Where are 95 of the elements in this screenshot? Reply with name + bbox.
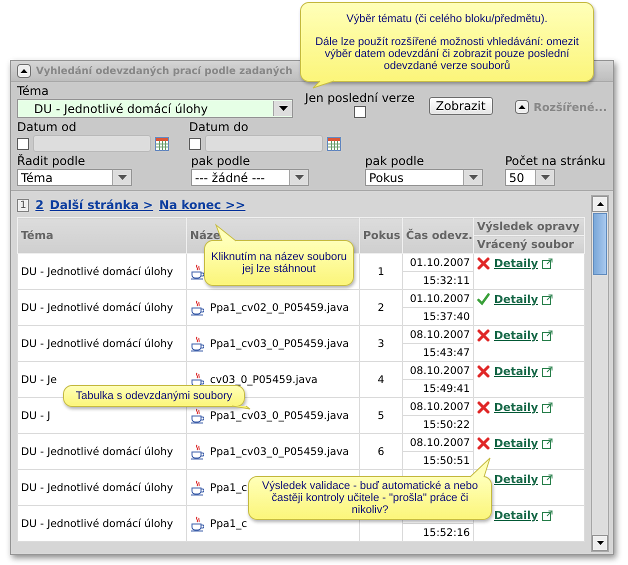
next-page-link[interactable]: Další stránka > <box>50 198 154 212</box>
scroll-up-icon[interactable] <box>596 202 604 206</box>
dropdown-arrow-icon <box>278 106 288 111</box>
sort-label: pak podle <box>191 154 252 168</box>
date-cell: 08.10.2007 <box>410 436 470 448</box>
dropdown-arrow-icon <box>118 175 126 180</box>
sort-dropdown[interactable]: Téma <box>17 169 132 186</box>
external-link-icon <box>542 402 553 413</box>
calendar-icon[interactable] <box>327 136 341 150</box>
callout-text: Kliknutím na název souboru jej lze stáhnout <box>211 251 347 275</box>
java-cup-icon <box>190 516 204 532</box>
attempt-cell: 6 <box>378 446 384 458</box>
external-link-icon <box>542 474 553 485</box>
time-cell: 15:37:40 <box>422 310 470 322</box>
column-header: Vrácený soubor <box>474 236 584 254</box>
column-header: Čas odevz. <box>402 218 474 254</box>
date-checkbox[interactable] <box>189 138 201 150</box>
sort-label: pak podle <box>365 154 426 168</box>
date-cell: 01.10.2007 <box>410 292 470 304</box>
topic-cell: DU - Jednotlivé domácí úlohy <box>18 506 186 542</box>
date-cell: 08.10.2007 <box>410 328 470 340</box>
topic-cell: DU - Jednotlivé domácí úlohy <box>18 470 186 506</box>
time-cell: 15:52:16 <box>422 526 470 538</box>
date-cell: 08.10.2007 <box>410 400 470 412</box>
topic-dropdown[interactable]: DU - Jednotlivé domácí úlohy <box>17 99 293 118</box>
java-cup-icon <box>190 480 204 496</box>
time-cell: 15:43:47 <box>422 346 470 358</box>
details-link[interactable]: Detaily <box>494 293 538 306</box>
external-link-icon <box>542 438 553 449</box>
details-link[interactable]: Detaily <box>494 401 538 414</box>
date-cell: 01.10.2007 <box>410 256 470 268</box>
topic-cell: DU - Jednotlivé domácí úlohy <box>18 434 186 470</box>
callout-text: Výběr tématu (či celého bloku/předmětu). <box>345 12 549 24</box>
topic-cell: DU - Jednotlivé domácí úlohy <box>18 326 186 362</box>
sort-label: Počet na stránku <box>505 154 605 168</box>
column-header: Téma <box>18 218 186 254</box>
last-version-label: Jen poslední verze <box>305 91 415 105</box>
java-cup-icon <box>190 408 204 424</box>
details-link[interactable]: Detaily <box>494 437 538 450</box>
details-link[interactable]: Detaily <box>494 257 538 270</box>
callout-text: Dále lze použít rozšířené možnosti vhledávání: omezit výběr datem odevzdání či zobrazit pouze poslední odevzdané verze souborů <box>314 36 580 72</box>
collapse-icon[interactable] <box>514 100 529 114</box>
last-page-link[interactable]: Na konec >> <box>159 198 246 212</box>
details-link[interactable]: Detaily <box>494 473 538 486</box>
column-header: Výsledek opravy <box>474 218 584 236</box>
scroll-down-icon[interactable] <box>596 541 604 545</box>
scroll-thumb[interactable] <box>593 213 607 275</box>
collapse-icon[interactable] <box>17 64 31 78</box>
sort-dropdown[interactable]: --- žádné --- <box>191 169 309 186</box>
java-cup-icon <box>190 444 204 460</box>
panel-title: Vyhledání odevzdaných prací podle zadaných <box>36 66 292 76</box>
attempt-cell: 1 <box>378 266 384 278</box>
topic-cell: DU - Jednotlivé domácí úlohy <box>18 290 186 326</box>
date-label: Datum od <box>17 120 78 134</box>
show-button[interactable]: Zobrazit <box>428 97 493 115</box>
external-link-icon <box>542 330 553 341</box>
attempt-cell: 4 <box>378 374 384 386</box>
page-link[interactable]: 1 <box>17 198 30 212</box>
date-field[interactable] <box>33 135 151 152</box>
last-version-checkbox[interactable] <box>354 106 366 118</box>
date-cell: 08.10.2007 <box>410 364 470 376</box>
java-cup-icon <box>190 300 204 316</box>
dropdown-arrow-icon <box>540 175 550 180</box>
details-link[interactable]: Detaily <box>494 365 538 378</box>
dropdown-arrow-icon <box>468 175 478 180</box>
file-link[interactable]: Ppa1_c <box>210 518 248 530</box>
java-cup-icon <box>190 336 204 352</box>
date-field[interactable] <box>205 135 323 152</box>
time-cell: 15:50:51 <box>422 454 470 466</box>
time-cell: 15:49:41 <box>422 382 470 394</box>
external-link-icon <box>542 258 553 269</box>
time-cell: 15:32:11 <box>422 274 470 286</box>
sort-dropdown[interactable]: Pokus <box>365 169 483 186</box>
topic-cell: DU - Jednotlivé domácí úlohy <box>18 254 186 290</box>
dropdown-arrow-icon <box>294 175 304 180</box>
external-link-icon <box>542 510 553 521</box>
calendar-icon[interactable] <box>155 136 169 150</box>
sort-dropdown[interactable]: 50 <box>505 169 555 186</box>
callout-text: Výsledek validace - buď automatické a nebo častěji kontroly učitele - "prošla" práce či nikoliv? <box>261 480 479 516</box>
java-cup-icon <box>190 264 204 280</box>
sort-label: Řadit podle <box>17 154 86 168</box>
topic-label: Téma <box>17 84 50 98</box>
details-link[interactable]: Detaily <box>494 509 538 522</box>
time-cell: 15:50:22 <box>422 418 470 430</box>
external-link-icon <box>542 366 553 377</box>
page-link[interactable]: 2 <box>35 198 44 212</box>
date-checkbox[interactable] <box>17 138 29 150</box>
attempt-cell: 5 <box>378 410 384 422</box>
file-link[interactable]: Ppa1_c <box>210 482 248 494</box>
details-link[interactable]: Detaily <box>494 329 538 342</box>
external-link-icon <box>542 294 553 305</box>
column-header: Pokus <box>360 218 402 254</box>
attempt-cell: 2 <box>378 302 384 314</box>
attempt-cell: 3 <box>378 338 384 350</box>
date-label: Datum do <box>189 120 250 134</box>
